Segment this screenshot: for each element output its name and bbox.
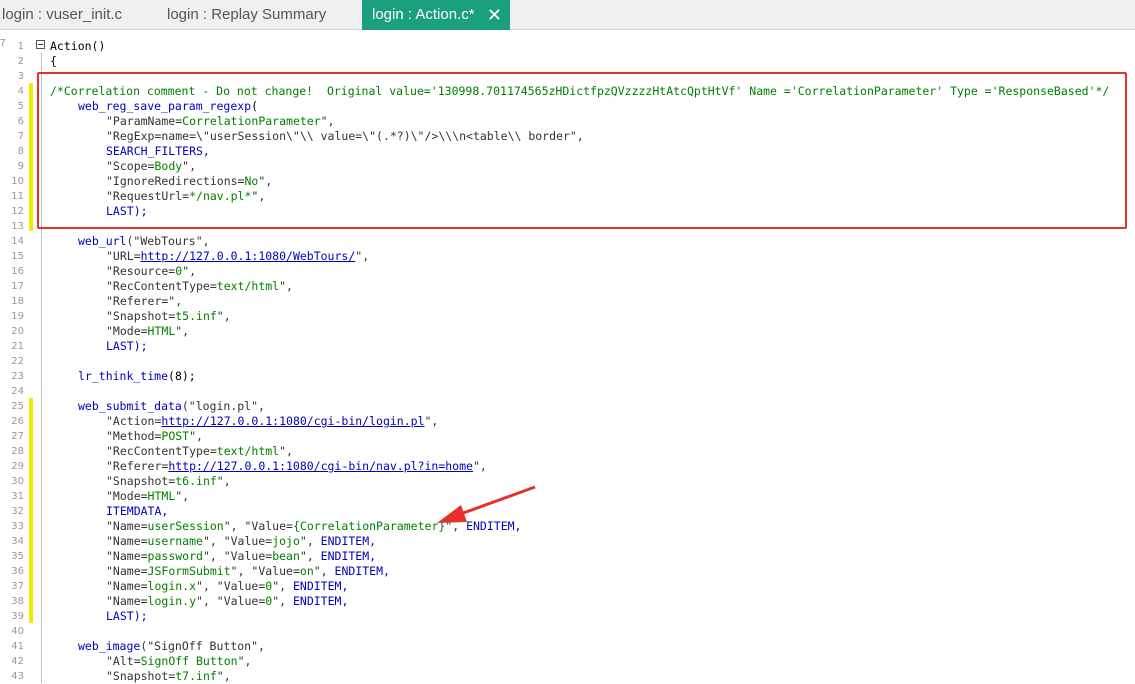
annotation-arrow (437, 485, 536, 523)
